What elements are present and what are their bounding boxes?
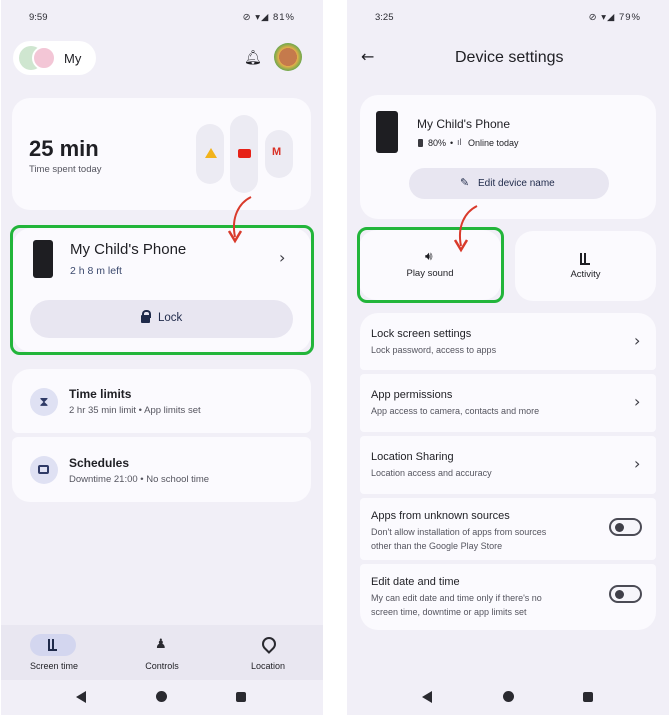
nav-location[interactable]: Location — [233, 633, 303, 677]
status-icons: ⊘ ▾◢ 81% — [242, 12, 295, 23]
signal-icon: ıl — [457, 137, 462, 147]
status-time: 9:59 — [29, 12, 48, 23]
schedules-subtitle: Downtime 21:00 • No school time — [69, 474, 210, 485]
nav-controls[interactable]: ♟ Controls — [127, 633, 197, 677]
setting-subtitle-line2: screen time, downtime or app limits set — [371, 607, 527, 617]
edit-date-time-toggle[interactable] — [609, 585, 642, 603]
left-phone-screen: 9:59 ⊘ ▾◢ 81% My 🔔︎ 25 min Time spent to… — [1, 0, 323, 715]
back-icon[interactable] — [422, 691, 432, 703]
activity-bar-chart-icon — [580, 253, 590, 265]
schedules-title: Schedules — [69, 456, 130, 470]
hourglass-icon: ⧗ — [30, 388, 58, 416]
schedules-row[interactable]: Schedules Downtime 21:00 • No school tim… — [12, 437, 311, 502]
separator-dot: • — [450, 138, 454, 148]
recents-icon[interactable] — [583, 692, 593, 702]
home-icon[interactable] — [156, 691, 167, 702]
child-avatar-icon — [32, 46, 56, 70]
chevron-right-icon: › — [634, 454, 641, 473]
time-limits-subtitle: 2 hr 35 min limit • App limits set — [69, 405, 201, 416]
calendar-icon-glyph — [38, 465, 49, 474]
home-icon[interactable] — [503, 691, 514, 702]
location-pin-icon — [259, 634, 279, 654]
child-controls-icon: ♟ — [155, 637, 167, 652]
setting-title: App permissions — [371, 389, 453, 401]
battery-level: 79% — [618, 12, 641, 23]
time-spent-label: Time spent today — [29, 164, 102, 175]
pointer-arrow — [227, 196, 252, 244]
account-avatar[interactable] — [274, 43, 302, 71]
device-info-card: My Child's Phone 80% • ıl Online today ✎… — [360, 95, 656, 219]
setting-subtitle: App access to camera, contacts and more — [371, 406, 540, 416]
chevron-right-icon: › — [634, 331, 641, 350]
setting-row-unknown-sources[interactable]: Apps from unknown sources Don't allow in… — [360, 498, 656, 560]
nav-controls-label: Controls — [145, 661, 179, 671]
gmail-icon: M — [272, 146, 282, 158]
setting-subtitle: Location access and accuracy — [371, 468, 492, 478]
nav-location-label: Location — [250, 661, 286, 671]
setting-row-edit-date-time[interactable]: Edit date and time My can edit date and … — [360, 564, 656, 630]
setting-title: Lock screen settings — [371, 328, 472, 340]
activity-tile[interactable]: Activity — [515, 231, 656, 301]
setting-subtitle-line1: Don't allow installation of apps from so… — [371, 527, 547, 537]
profile-name: My — [64, 51, 82, 66]
bottom-navigation: Screen time ♟ Controls Location — [1, 625, 323, 680]
status-icons: ⊘ ▾◢ 79% — [588, 12, 641, 23]
pencil-icon: ✎ — [460, 176, 470, 189]
activity-label: Activity — [570, 269, 601, 280]
time-limits-row[interactable]: ⧗ Time limits 2 hr 35 min limit • App li… — [12, 369, 311, 433]
battery-level: 81% — [272, 12, 295, 23]
setting-subtitle: Lock password, access to apps — [371, 345, 497, 355]
time-limits-title: Time limits — [69, 387, 132, 401]
status-time: 3:25 — [375, 12, 394, 23]
setting-subtitle-line1: My can edit date and time only if there'… — [371, 593, 542, 603]
edit-device-name-label: Edit device name — [478, 178, 555, 189]
right-phone-screen: 3:25 ⊘ ▾◢ 79% ← Device settings My Child… — [347, 0, 669, 715]
edit-device-name-button[interactable]: ✎ Edit device name — [409, 168, 609, 199]
unknown-sources-toggle[interactable] — [609, 518, 642, 536]
status-bar: 3:25 ⊘ ▾◢ 79% — [347, 10, 669, 26]
page-title: Device settings — [455, 49, 564, 66]
nav-screen-time-label: Screen time — [29, 661, 79, 671]
chevron-right-icon: › — [634, 392, 641, 411]
google-drive-icon — [205, 148, 217, 158]
setting-row-location-sharing[interactable]: Location Sharing Location access and acc… — [360, 436, 656, 494]
setting-title: Apps from unknown sources — [371, 510, 510, 522]
notifications-bell-icon[interactable]: 🔔︎ — [244, 50, 262, 66]
setting-row-lock-screen[interactable]: Lock screen settings Lock password, acce… — [360, 313, 656, 370]
system-nav-bar — [347, 680, 669, 715]
system-nav-bar — [1, 680, 323, 715]
screen-time-summary-card[interactable]: 25 min Time spent today M — [12, 98, 311, 210]
recents-icon[interactable] — [236, 692, 246, 702]
back-arrow-icon[interactable]: ← — [361, 47, 374, 66]
status-bar: 9:59 ⊘ ▾◢ 81% — [1, 10, 323, 26]
nav-screen-time[interactable]: Screen time — [19, 633, 89, 677]
battery-icon — [418, 139, 423, 147]
time-spent-value: 25 min — [29, 136, 99, 161]
setting-title: Location Sharing — [371, 451, 454, 463]
profile-switcher[interactable]: My — [13, 41, 96, 75]
youtube-icon — [238, 149, 251, 158]
device-online: Online today — [468, 138, 519, 148]
setting-title: Edit date and time — [371, 576, 460, 588]
device-battery: 80% — [428, 138, 447, 148]
device-name: My Child's Phone — [417, 117, 510, 131]
back-icon[interactable] — [76, 691, 86, 703]
setting-row-app-permissions[interactable]: App permissions App access to camera, co… — [360, 374, 656, 432]
setting-subtitle-line2: other than the Google Play Store — [371, 541, 503, 551]
bar-chart-bars — [48, 639, 57, 651]
phone-device-icon — [376, 111, 398, 153]
pointer-arrow — [453, 205, 478, 253]
device-card-highlight — [10, 225, 314, 355]
